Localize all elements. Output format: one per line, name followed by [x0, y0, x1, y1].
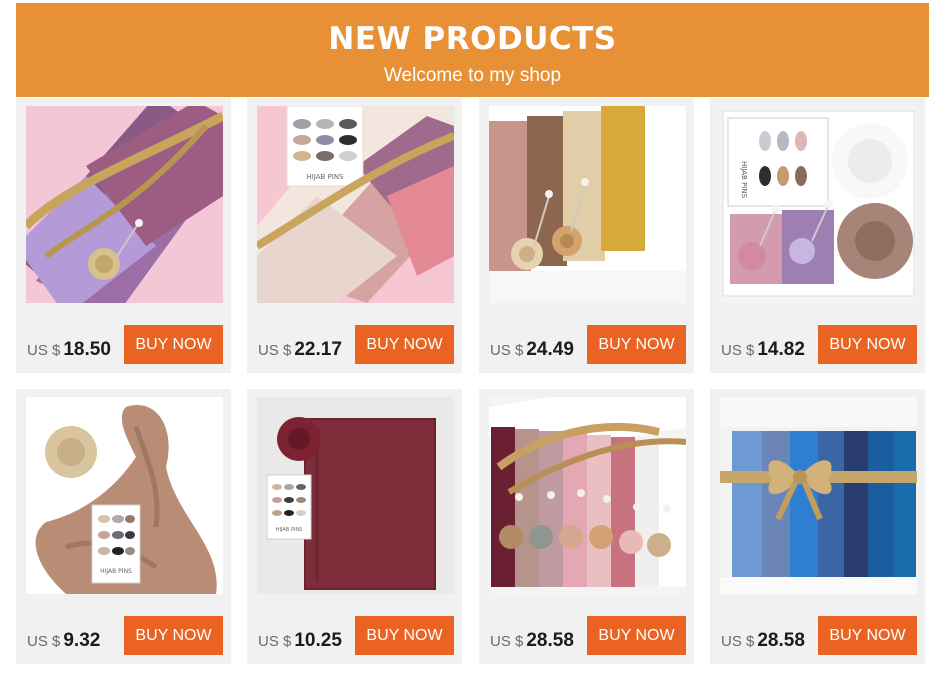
buy-now-button[interactable]: BUY NOW — [355, 616, 454, 655]
pins-box-label: HIJAB PINS — [740, 161, 748, 199]
product-image-1[interactable] — [26, 106, 223, 303]
page-subtitle: Welcome to my shop — [383, 65, 562, 86]
price-currency: US $ — [721, 633, 755, 650]
product-card-5[interactable]: HIJAB PINS US $9.32 BUY NOW — [16, 389, 231, 664]
page-title: NEW PRODUCTS — [328, 21, 617, 57]
price-amount: 18.50 — [63, 339, 111, 360]
price-amount: 22.17 — [294, 339, 342, 360]
price-currency: US $ — [258, 633, 292, 650]
price-amount: 28.58 — [526, 630, 574, 651]
product-image-4[interactable]: HIJAB PINS — [720, 106, 917, 303]
price: US $14.82 — [721, 339, 805, 361]
buy-now-button[interactable]: BUY NOW — [818, 325, 917, 364]
price-currency: US $ — [258, 342, 292, 359]
price: US $24.49 — [490, 339, 574, 361]
price-currency: US $ — [490, 342, 524, 359]
product-card-2[interactable]: HIJAB PINS US $22.17 BUY NOW — [247, 98, 462, 373]
buy-now-button[interactable]: BUY NOW — [124, 616, 223, 655]
buy-now-button[interactable]: BUY NOW — [355, 325, 454, 364]
price: US $22.17 — [258, 339, 342, 361]
product-card-8[interactable]: US $28.58 BUY NOW — [710, 389, 925, 664]
product-image-2[interactable]: HIJAB PINS — [257, 106, 454, 303]
pins-box-label: HIJAB PINS — [100, 568, 132, 575]
product-image-5[interactable]: HIJAB PINS — [26, 397, 223, 594]
price: US $28.58 — [721, 630, 805, 652]
product-card-6[interactable]: HIJAB PINS US $10.25 BUY NOW — [247, 389, 462, 664]
price-currency: US $ — [721, 342, 755, 359]
buy-now-button[interactable]: BUY NOW — [818, 616, 917, 655]
product-image-3[interactable] — [489, 106, 686, 303]
product-card-7[interactable]: US $28.58 BUY NOW — [479, 389, 694, 664]
price: US $10.25 — [258, 630, 342, 652]
price-amount: 24.49 — [526, 339, 574, 360]
price-currency: US $ — [27, 342, 61, 359]
product-image-7[interactable] — [489, 397, 686, 594]
price-amount: 10.25 — [294, 630, 342, 651]
price-amount: 28.58 — [757, 630, 805, 651]
product-card-3[interactable]: US $24.49 BUY NOW — [479, 98, 694, 373]
product-card-1[interactable]: US $18.50 BUY NOW — [16, 98, 231, 373]
price-currency: US $ — [490, 633, 524, 650]
product-image-8[interactable] — [720, 397, 917, 594]
price-amount: 9.32 — [63, 630, 101, 651]
buy-now-button[interactable]: BUY NOW — [587, 616, 686, 655]
pins-box-label: HIJAB PINS — [276, 527, 302, 533]
price: US $28.58 — [490, 630, 574, 652]
header-banner: NEW PRODUCTS Welcome to my shop — [16, 3, 929, 97]
product-image-6[interactable]: HIJAB PINS — [257, 397, 454, 594]
price-currency: US $ — [27, 633, 61, 650]
price: US $18.50 — [27, 339, 111, 361]
price-amount: 14.82 — [757, 339, 805, 360]
buy-now-button[interactable]: BUY NOW — [124, 325, 223, 364]
pins-box-label: HIJAB PINS — [306, 173, 344, 181]
buy-now-button[interactable]: BUY NOW — [587, 325, 686, 364]
product-card-4[interactable]: HIJAB PINS US $14.82 BUY NOW — [710, 98, 925, 373]
price: US $9.32 — [27, 630, 100, 652]
